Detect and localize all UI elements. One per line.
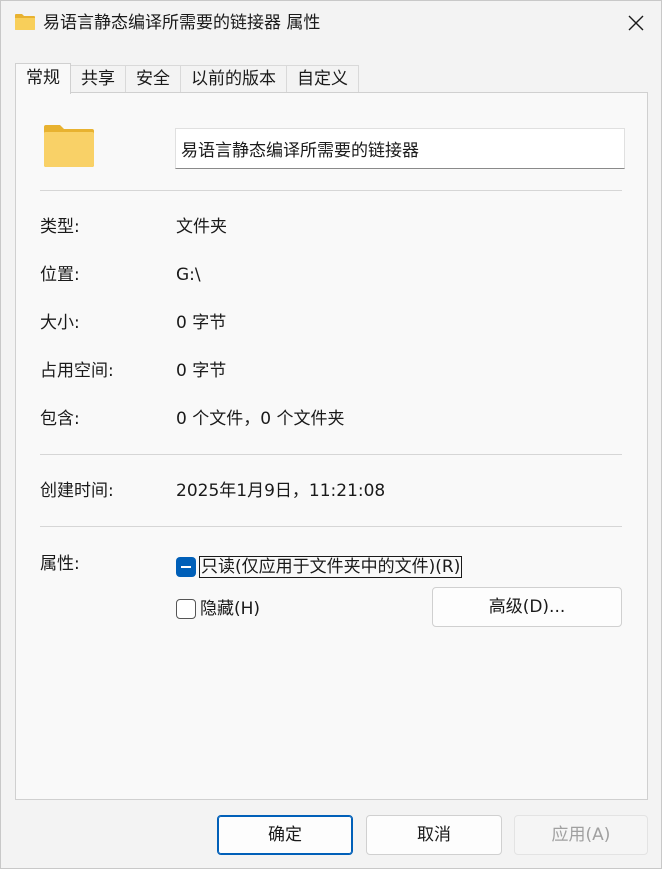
hidden-checkbox[interactable]: [176, 599, 196, 619]
tab-strip: 常规 共享 安全 以前的版本 自定义: [15, 63, 359, 94]
close-button[interactable]: [611, 1, 661, 45]
cancel-button[interactable]: 取消: [366, 815, 502, 855]
divider: [40, 454, 622, 455]
created-label: 创建时间:: [40, 481, 114, 501]
tab-general[interactable]: 常规: [15, 63, 71, 94]
window-title: 易语言静态编译所需要的链接器 属性: [43, 13, 321, 33]
divider: [40, 526, 622, 527]
created-value: 2025年1月9日，11:21:08: [176, 481, 386, 501]
hidden-label[interactable]: 隐藏(H): [200, 597, 260, 621]
ok-button[interactable]: 确定: [217, 815, 353, 855]
close-icon: [628, 15, 644, 31]
divider: [40, 190, 622, 191]
location-value: G:\: [176, 265, 201, 285]
location-label: 位置:: [40, 265, 80, 285]
readonly-label[interactable]: 只读(仅应用于文件夹中的文件)(R): [198, 556, 463, 578]
tab-sharing[interactable]: 共享: [70, 65, 126, 93]
readonly-checkbox[interactable]: [176, 557, 196, 577]
contains-value: 0 个文件，0 个文件夹: [176, 409, 345, 429]
size-on-disk-label: 占用空间:: [40, 361, 114, 381]
general-panel: 类型: 文件夹 位置: G:\ 大小: 0 字节 占用空间: 0 字节 包含: …: [15, 92, 648, 800]
apply-button[interactable]: 应用(A): [514, 815, 648, 855]
folder-name-input[interactable]: [175, 128, 625, 169]
size-on-disk-value: 0 字节: [176, 361, 227, 381]
type-label: 类型:: [40, 217, 80, 237]
attributes-label: 属性:: [40, 554, 80, 574]
folder-large-icon: [44, 125, 94, 167]
size-value: 0 字节: [176, 313, 227, 333]
tab-security[interactable]: 安全: [125, 65, 181, 93]
advanced-button[interactable]: 高级(D)...: [432, 587, 622, 627]
indeterminate-mark: [181, 566, 191, 568]
tab-customize[interactable]: 自定义: [286, 65, 359, 93]
folder-icon: [15, 14, 35, 30]
contains-label: 包含:: [40, 409, 80, 429]
tab-previous-versions[interactable]: 以前的版本: [180, 65, 287, 93]
title-bar[interactable]: 易语言静态编译所需要的链接器 属性: [1, 1, 661, 45]
type-value: 文件夹: [176, 217, 227, 237]
readonly-label-wrap[interactable]: 只读(仅应用于文件夹中的文件)(R): [198, 555, 463, 579]
properties-dialog: 易语言静态编译所需要的链接器 属性 常规 共享 安全 以前的版本 自定义 类型:…: [0, 0, 662, 869]
size-label: 大小:: [40, 313, 80, 333]
